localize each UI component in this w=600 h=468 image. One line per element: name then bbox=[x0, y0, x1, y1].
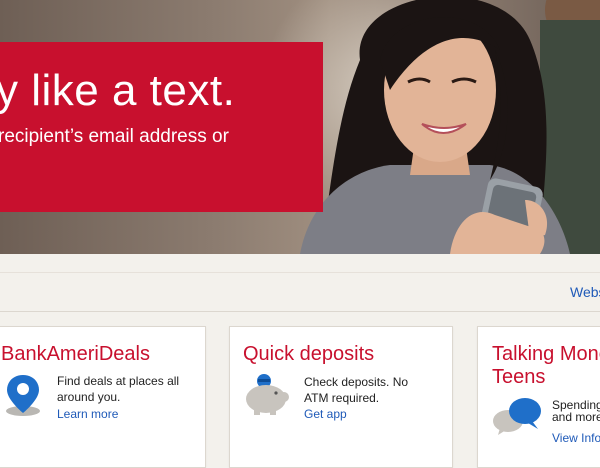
hero-banner-section: y like a text. recipient’s email address… bbox=[0, 0, 600, 254]
card-description-line2: and more bbox=[552, 410, 600, 424]
hero-headline: y like a text. bbox=[0, 66, 236, 115]
map-pin-icon bbox=[6, 375, 40, 416]
card-description: Find deals at places all around you. bbox=[57, 374, 180, 404]
card-bankamerideals: BankAmeriDeals Find deals at places all … bbox=[0, 326, 206, 468]
card-description: Check deposits. No ATM required. bbox=[304, 375, 409, 405]
piggy-bank-icon bbox=[246, 374, 289, 415]
card-quick-deposits: Quick deposits Check deposits. No ATM re… bbox=[229, 326, 453, 468]
speech-bubbles-icon bbox=[493, 398, 541, 435]
website-link[interactable]: Webs bbox=[570, 284, 600, 300]
get-app-link[interactable]: Get app bbox=[304, 407, 347, 421]
hero-subtext: recipient’s email address or bbox=[0, 126, 229, 147]
card-talking-money-teens: Talking Mone Teens Spending and more Vie… bbox=[477, 326, 600, 468]
card-title: BankAmeriDeals bbox=[1, 343, 150, 365]
card-title-line2: Teens bbox=[492, 366, 546, 388]
info-strip: Webs bbox=[0, 272, 600, 312]
card-title-line1: Talking Mone bbox=[492, 343, 600, 365]
learn-more-link[interactable]: Learn more bbox=[57, 407, 118, 421]
view-infographic-link[interactable]: View Infog bbox=[552, 431, 600, 445]
card-title: Quick deposits bbox=[243, 343, 375, 365]
